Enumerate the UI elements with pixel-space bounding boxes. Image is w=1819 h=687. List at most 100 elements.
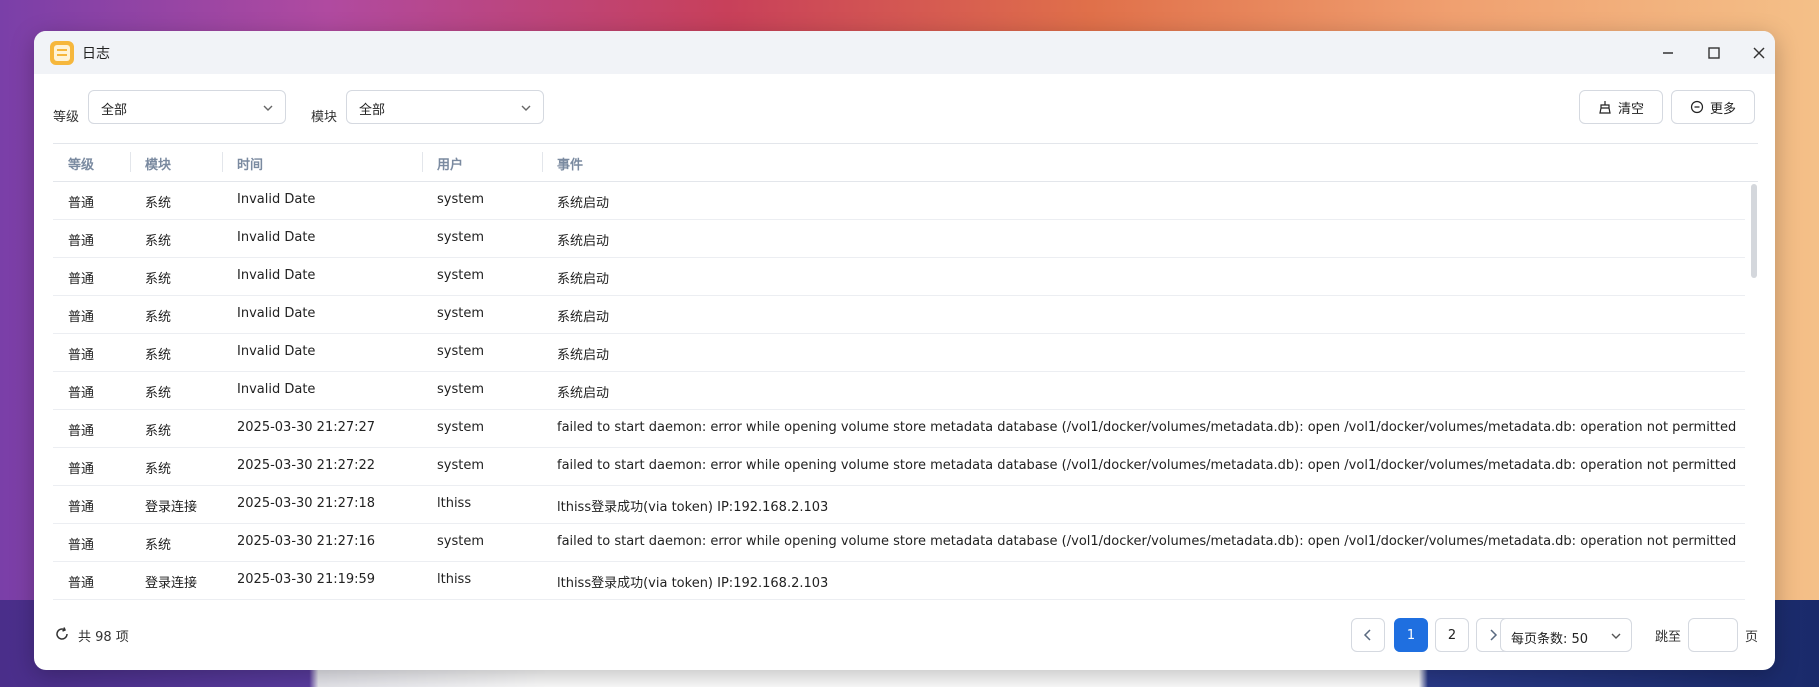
page-size-select[interactable]: 每页条数: 50 [1500,618,1632,652]
log-window: 日志 等级 全部 模块 全部 清空 更多 等级 模块 时间 用户 事件 普通 系… [34,31,1775,670]
cell-level: 普通 [68,348,95,363]
cell-module: 登录连接 [145,576,198,591]
jump-to-label: 跳至 [1655,630,1682,645]
cell-event: lthiss登录成功(via token) IP:192.168.2.103 [557,500,829,515]
cell-module: 系统 [145,424,172,439]
cell-module: 系统 [145,538,172,553]
chevron-left-icon [1363,629,1371,641]
cell-module: 系统 [145,310,172,325]
module-select-value: 全部 [359,103,386,118]
column-header-time[interactable]: 时间 [237,154,263,173]
cell-event: failed to start daemon: error while open… [557,458,1737,473]
close-icon [1753,47,1765,59]
cell-module: 系统 [145,196,172,211]
cell-time: Invalid Date [237,268,316,283]
level-select-value: 全部 [101,103,128,118]
chevron-down-icon [521,105,531,111]
cell-level: 普通 [68,500,95,515]
level-filter-label: 等级 [53,110,80,125]
cell-level: 普通 [68,424,95,439]
table-body: 普通 系统 Invalid Date system 系统启动 普通 系统 Invalid Da… [53,182,1758,608]
cell-time: 2025-03-30 21:19:59 [237,572,376,587]
cell-time: 2025-03-30 21:27:18 [237,496,376,511]
cell-time: Invalid Date [237,382,316,397]
table-row[interactable]: 普通 系统 Invalid Date system 系统启动 [53,296,1745,334]
clear-button-label: 清空 [1617,101,1644,117]
cell-user: system [437,382,484,397]
window-title: 日志 [82,46,110,62]
broom-icon [1599,101,1611,114]
minimize-button[interactable] [1654,39,1682,67]
column-header-user[interactable]: 用户 [437,154,463,173]
cell-module: 系统 [145,234,172,249]
table-row[interactable]: 普通 系统 Invalid Date system 系统启动 [53,182,1745,220]
cell-time: Invalid Date [237,230,316,245]
log-app-icon [50,41,74,65]
cell-event: 系统启动 [557,196,610,211]
table-row[interactable]: 普通 系统 2025-03-30 21:27:22 system failed to s… [53,448,1745,486]
close-button[interactable] [1745,39,1773,67]
cell-user: lthiss [437,572,472,587]
total-count: 共 98 项 [78,630,129,645]
column-header-module[interactable]: 模块 [145,154,171,173]
cell-user: system [437,306,484,321]
cell-level: 普通 [68,234,95,249]
chevron-down-icon [263,105,273,111]
refresh-icon[interactable] [54,626,70,642]
table-row[interactable]: 普通 系统 Invalid Date system 系统启动 [53,220,1745,258]
cell-level: 普通 [68,196,95,211]
table-scrollbar[interactable] [1750,182,1758,608]
table-row[interactable]: 普通 系统 Invalid Date system 系统启动 [53,372,1745,410]
table-row[interactable]: 普通 登录连接 2025-03-30 21:19:59 lthiss lthiss登录成… [53,562,1745,600]
chevron-right-icon [1490,629,1498,641]
page-button-1[interactable]: 1 [1394,618,1428,652]
cell-time: Invalid Date [237,306,316,321]
table-row[interactable]: 普通 系统 Invalid Date system 系统启动 [53,334,1745,372]
page-button-2[interactable]: 2 [1435,618,1469,652]
page-size-value: 每页条数: 50 [1511,632,1589,647]
table-row[interactable]: 普通 系统 Invalid Date system 系统启动 [53,258,1745,296]
clear-button[interactable]: 清空 [1579,90,1663,124]
cell-event: 系统启动 [557,348,610,363]
module-filter-label: 模块 [311,110,338,125]
jump-page-input[interactable] [1688,618,1738,652]
table-row[interactable]: 普通 系统 2025-03-30 21:27:27 system failed to s… [53,410,1745,448]
cell-time: 2025-03-30 21:27:22 [237,458,376,473]
cell-module: 系统 [145,462,172,477]
cell-user: system [437,420,484,435]
cell-user: system [437,458,484,473]
cell-time: Invalid Date [237,344,316,359]
table-row[interactable]: 普通 系统 2025-03-30 21:27:16 system failed to s… [53,524,1745,562]
cell-user: system [437,192,484,207]
module-select[interactable]: 全部 [346,90,544,124]
table-header: 等级 模块 时间 用户 事件 [53,143,1758,182]
pagination-footer: 共 98 项 1 2 每页条数: 50 跳至 页 [34,600,1775,670]
cell-user: system [437,344,484,359]
filter-toolbar: 等级 全部 模块 全部 清空 更多 [34,74,1775,144]
scrollbar-thumb[interactable] [1751,184,1757,278]
cell-module: 登录连接 [145,500,198,515]
cell-level: 普通 [68,576,95,591]
level-select[interactable]: 全部 [88,90,286,124]
cell-module: 系统 [145,272,172,287]
table-row[interactable]: 普通 登录连接 2025-03-30 21:27:18 lthiss lthiss登录成… [53,486,1745,524]
column-header-level[interactable]: 等级 [68,154,94,173]
cell-event: 系统启动 [557,234,610,249]
cell-user: system [437,268,484,283]
more-button-label: 更多 [1709,101,1736,117]
more-button[interactable]: 更多 [1671,90,1755,124]
cell-level: 普通 [68,310,95,325]
column-header-event[interactable]: 事件 [557,154,583,173]
cell-level: 普通 [68,462,95,477]
cell-time: 2025-03-30 21:27:27 [237,420,376,435]
page-unit-label: 页 [1745,630,1759,645]
maximize-button[interactable] [1700,39,1728,67]
cell-event: lthiss登录成功(via token) IP:192.168.2.103 [557,576,829,591]
cell-time: Invalid Date [237,192,316,207]
more-circle-icon [1690,100,1704,114]
cell-event: failed to start daemon: error while open… [557,420,1737,435]
prev-page-button[interactable] [1351,618,1385,652]
cell-event: 系统启动 [557,386,610,401]
cell-module: 系统 [145,386,172,401]
chevron-down-icon [1611,633,1621,639]
